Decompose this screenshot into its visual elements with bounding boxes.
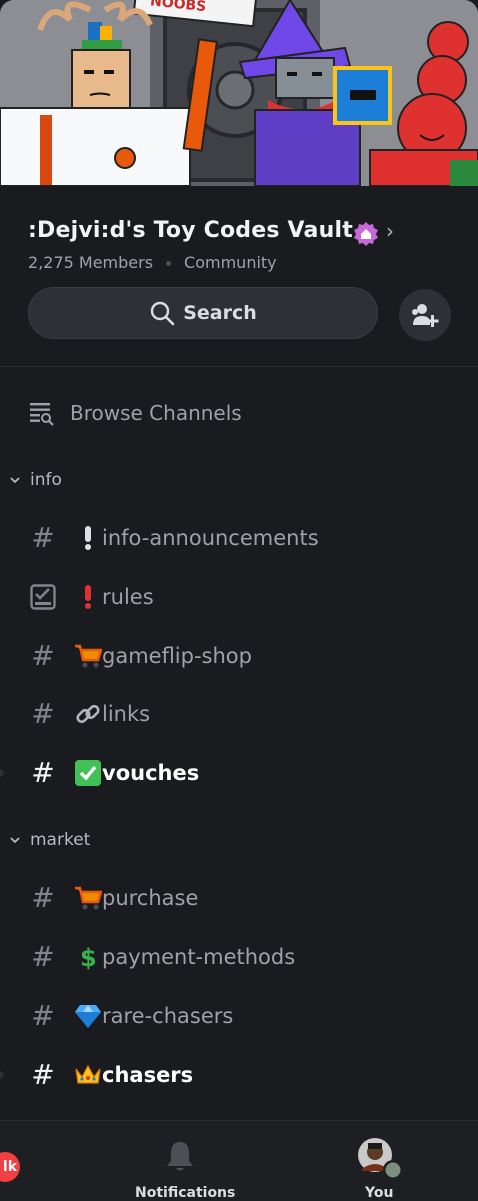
crown-icon [74, 1061, 102, 1089]
hash-icon: # [31, 940, 55, 973]
chevron-down-icon [10, 837, 20, 844]
hash-icon: # [31, 881, 55, 914]
browse-channels-button[interactable]: Browse Channels [28, 394, 242, 432]
avatar [358, 1138, 401, 1180]
banner-artwork: NOOBS [0, 0, 478, 186]
shopping-cart-icon [74, 884, 102, 912]
browse-channels-label: Browse Channels [70, 401, 242, 425]
hash-icon: # [31, 521, 55, 554]
server-name[interactable]: :Dejvi:d's Toy Codes Vault [28, 218, 353, 243]
invite-members-button[interactable] [399, 289, 451, 341]
hash-icon: # [31, 1058, 55, 1091]
channel-name: gameflip-shop [102, 644, 252, 668]
header-divider [0, 366, 478, 367]
channel-name: purchase [102, 886, 199, 910]
channel-rules[interactable]: rules [0, 574, 478, 620]
channel-name: payment-methods [102, 945, 296, 969]
channel-info-announcements[interactable]: # info-announcements [0, 515, 478, 561]
hash-icon: # [31, 756, 55, 789]
channel-vouches[interactable]: # vouches [0, 750, 478, 796]
exclamation-red-icon [74, 583, 102, 611]
hash-icon: # [31, 639, 55, 672]
nav-notifications[interactable]: Notifications [130, 1121, 235, 1201]
category-label: info [30, 470, 62, 490]
channel-name: chasers [102, 1063, 194, 1087]
svg-text:$: $ [80, 944, 97, 971]
gem-icon [74, 1002, 102, 1030]
channel-gameflip-shop[interactable]: # gameflip-shop [0, 633, 478, 679]
status-indicator [385, 1162, 401, 1178]
exclamation-grey-icon [74, 524, 102, 552]
separator-dot [166, 261, 172, 266]
channel-payment-methods[interactable]: # $ payment-methods [0, 934, 478, 980]
channel-links[interactable]: # links [0, 691, 478, 737]
category-market[interactable]: market [8, 826, 90, 854]
browse-channels-icon [30, 403, 54, 426]
nav-notifications-label: Notifications [135, 1185, 236, 1201]
nav-you-label: You [365, 1185, 394, 1201]
server-meta: 2,275 Members Community [28, 253, 277, 272]
nav-you[interactable]: You [345, 1121, 415, 1201]
unread-indicator [0, 769, 4, 777]
channel-name: rare-chasers [102, 1004, 234, 1028]
dollar-sign-icon: $ [74, 943, 102, 971]
server-type: Community [184, 253, 277, 272]
chevron-down-icon [10, 477, 20, 484]
member-count: 2,275 Members [28, 253, 154, 272]
check-mark-icon [74, 759, 102, 787]
bottom-navigation: Notifications You [0, 1120, 478, 1201]
hash-icon: # [31, 697, 55, 730]
search-button[interactable]: Search [28, 287, 378, 339]
channel-name: info-announcements [102, 526, 319, 550]
server-banner: NOOBS [0, 0, 478, 186]
server-header [0, 186, 478, 366]
category-info[interactable]: info [8, 466, 62, 494]
shopping-cart-icon [74, 642, 102, 670]
channel-chasers[interactable]: # chasers [0, 1052, 478, 1098]
link-icon [74, 700, 102, 728]
category-label: market [30, 830, 91, 850]
channel-rare-chasers[interactable]: # rare-chasers [0, 993, 478, 1039]
hash-icon: # [31, 999, 55, 1032]
add-user-icon [412, 304, 439, 327]
unread-indicator [0, 1071, 4, 1079]
channel-name: rules [102, 585, 154, 609]
chevron-right-icon[interactable]: › [386, 219, 394, 243]
channel-name: vouches [102, 761, 200, 785]
boost-badge-icon [354, 222, 378, 246]
channel-purchase[interactable]: # purchase [0, 875, 478, 921]
search-label: Search [183, 302, 257, 324]
search-icon [151, 301, 175, 326]
rules-checkbox-icon [30, 584, 56, 610]
bell-icon [167, 1142, 193, 1171]
channel-name: links [102, 702, 151, 726]
